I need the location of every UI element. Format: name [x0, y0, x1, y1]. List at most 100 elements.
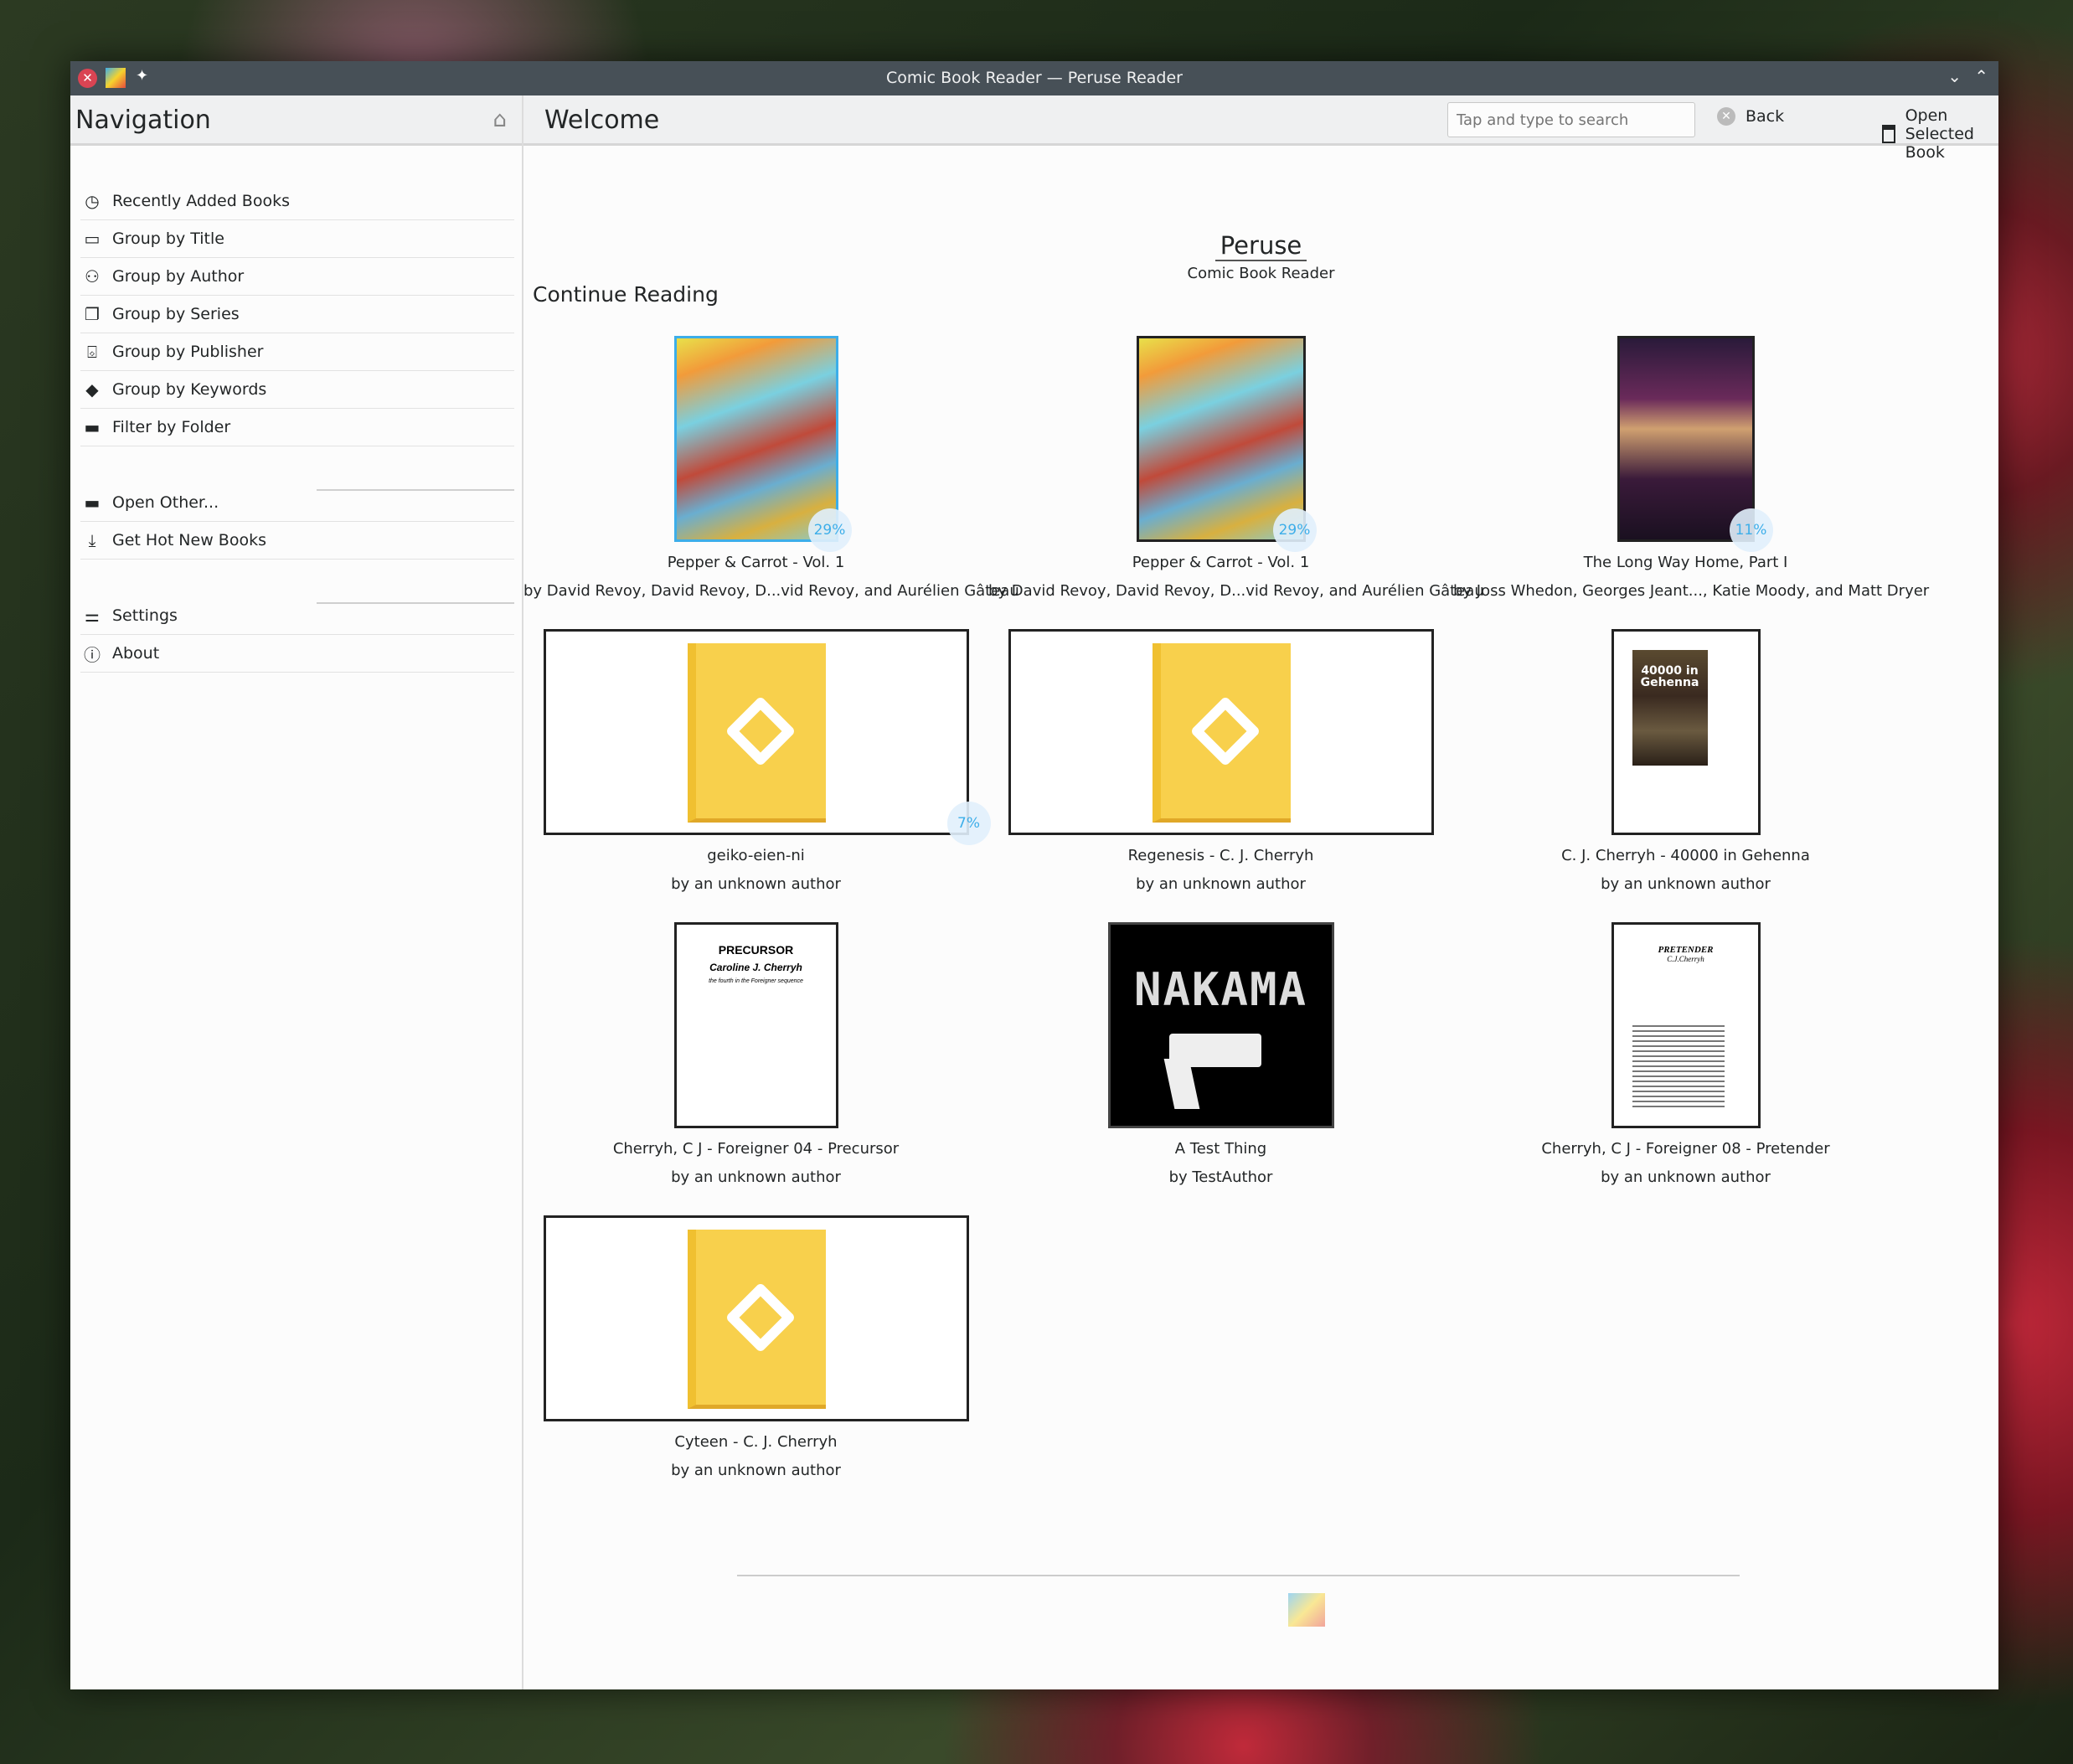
progress-badge: 7% [946, 802, 991, 845]
sidebar-item-get-hot-new-books[interactable]: ⤓ Get Hot New Books [80, 522, 514, 560]
maximize-button[interactable]: ⌃ [1974, 66, 1988, 86]
page-title: Welcome [544, 106, 660, 135]
divider [317, 602, 514, 604]
divider [737, 1575, 1740, 1576]
minimize-button[interactable]: ⌄ [1947, 66, 1962, 86]
book-tile[interactable]: PRETENDER C.J.Cherryh Cherryh, C J - Fore… [1453, 922, 1918, 1186]
brand-subtitle: Comic Book Reader [1187, 265, 1335, 282]
book-title: Pepper & Carrot - Vol. 1 [667, 554, 845, 571]
book-cover[interactable]: 40000 in Gehenna [1611, 629, 1761, 835]
book-tile[interactable]: PRECURSOR Caroline J. Cherryh the fourth i… [523, 922, 988, 1186]
book-author: by Joss Whedon, Georges Jeant..., Katie … [1453, 582, 1930, 600]
book-title: Pepper & Carrot - Vol. 1 [1132, 554, 1310, 571]
brand-name: Peruse [1214, 231, 1307, 261]
user-icon: ⚇ [85, 266, 100, 286]
app-window: ✕ ✦ Comic Book Reader — Peruse Reader ⌄ … [70, 61, 1998, 1689]
book-author: by David Revoy, David Revoy, D...vid Rev… [988, 582, 1484, 600]
section-title: Continue Reading [533, 282, 719, 307]
sidebar-item-recently-added-books[interactable]: ◷ Recently Added Books [80, 183, 514, 220]
book-cover[interactable]: NAKAMA [1107, 922, 1334, 1128]
open-label: Open Selected Book [1905, 106, 1974, 162]
sidebar-item-label: About [112, 644, 160, 663]
book-title: Regenesis - C. J. Cherryh [1127, 847, 1314, 864]
folder-icon [1882, 125, 1895, 143]
book-cover[interactable]: PRETENDER C.J.Cherryh [1611, 922, 1761, 1128]
book-cover[interactable] [1136, 336, 1306, 542]
main-panel: Welcome ✕ Back Open Selected Book Peruse … [523, 95, 1998, 1689]
sidebar-item-label: Filter by Folder [112, 418, 231, 436]
book-author: by an unknown author [1601, 875, 1771, 893]
sidebar-item-label: Group by Title [112, 230, 224, 248]
book-tile[interactable]: 40000 in Gehenna C. J. Cherryh - 40000 i… [1453, 629, 1918, 893]
book-cover[interactable] [673, 336, 838, 542]
info-icon: ⓘ [84, 644, 101, 665]
book-cover[interactable] [1617, 336, 1755, 542]
book-author: by an unknown author [1136, 875, 1306, 893]
book-tile[interactable]: NAKAMA A Test Thing by TestAuthor [988, 922, 1453, 1186]
book-icon [687, 1230, 826, 1409]
sidebar-item-label: Group by Publisher [112, 343, 264, 361]
book-title: Cherryh, C J - Foreigner 04 - Precursor [612, 1140, 900, 1158]
sidebar-header: Navigation ⌂ [70, 95, 522, 146]
book-author: by an unknown author [1601, 1168, 1771, 1186]
title-bar: ✕ ✦ Comic Book Reader — Peruse Reader ⌄ … [70, 61, 1998, 95]
folder-icon: ▬ [84, 493, 101, 513]
book-title: A Test Thing [1174, 1140, 1267, 1158]
sidebar-item-about[interactable]: ⓘ About [80, 635, 514, 673]
open-selected-book-button[interactable]: Open Selected Book [1882, 106, 1998, 162]
download-icon: ⤓ [88, 530, 96, 550]
cover-text: C.J.Cherryh [1667, 955, 1704, 963]
sidebar: Navigation ⌂ ◷ Recently Added Books ▭ Group… [70, 95, 523, 1689]
sidebar-item-group-by-author[interactable]: ⚇ Group by Author [80, 258, 514, 296]
main-header: Welcome ✕ Back Open Selected Book [523, 95, 1998, 162]
book-author: by TestAuthor [1168, 1168, 1273, 1186]
tag-icon: ◆ [85, 379, 99, 400]
sidebar-title: Navigation [75, 106, 211, 135]
series-icon: ❐ [85, 304, 100, 324]
brand: Peruse Comic Book Reader [523, 231, 1998, 282]
book-tile[interactable]: Cyteen - C. J. Cherryh by an unknown aut… [523, 1215, 988, 1479]
cover-text: PRETENDER [1658, 945, 1714, 955]
window-title: Comic Book Reader — Peruse Reader [885, 69, 1183, 87]
back-label: Back [1746, 107, 1785, 126]
book-cover[interactable] [543, 629, 969, 835]
sidebar-item-label: Group by Keywords [112, 380, 267, 399]
back-button[interactable]: ✕ Back [1717, 107, 1784, 126]
book-title: Cherryh, C J - Foreigner 08 - Pretender [1541, 1140, 1830, 1158]
book-author: by an unknown author [671, 1168, 841, 1186]
book-title: The Long Way Home, Part I [1583, 554, 1788, 571]
cover-text: Caroline J. Cherryh [709, 962, 802, 973]
book-tile[interactable]: 29% Pepper & Carrot - Vol. 1 by David Re… [988, 336, 1484, 600]
sidebar-item-label: Group by Author [112, 267, 245, 286]
settings-icon: ⚌ [85, 606, 100, 626]
book-tile[interactable]: Regenesis - C. J. Cherryh by an unknown … [988, 629, 1453, 893]
book-tile[interactable]: 11% The Long Way Home, Part I by Joss Wh… [1453, 336, 1930, 600]
progress-badge: 29% [807, 508, 852, 552]
sidebar-item-group-by-keywords[interactable]: ◆ Group by Keywords [80, 371, 514, 409]
sidebar-item-group-by-title[interactable]: ▭ Group by Title [80, 220, 514, 258]
book-cover[interactable] [1008, 629, 1434, 835]
book-author: by an unknown author [671, 1462, 841, 1479]
book-title: geiko-eien-ni [707, 847, 805, 864]
cover-text: the fourth in the Foreigner sequence [709, 978, 803, 984]
book-title: Cyteen - C. J. Cherryh [674, 1433, 838, 1451]
back-icon: ✕ [1717, 107, 1735, 126]
book-tile[interactable]: 29% Pepper & Carrot - Vol. 1 by David Re… [523, 336, 1019, 600]
book-icon: ▭ [84, 229, 101, 249]
sidebar-item-label: Settings [112, 606, 178, 625]
search-input[interactable] [1447, 102, 1695, 137]
folder-icon: ▬ [84, 417, 101, 437]
book-tile[interactable]: 7% geiko-eien-ni by an unknown author [523, 629, 991, 893]
sidebar-item-group-by-series[interactable]: ❐ Group by Series [80, 296, 514, 333]
home-icon[interactable]: ⌂ [492, 107, 507, 132]
book-cover[interactable] [543, 1215, 969, 1421]
sidebar-item-filter-by-folder[interactable]: ▬ Filter by Folder [80, 409, 514, 446]
book-cover[interactable]: PRECURSOR Caroline J. Cherryh the fourth i… [673, 922, 838, 1128]
divider [317, 489, 514, 491]
book-title: C. J. Cherryh - 40000 in Gehenna [1561, 847, 1810, 864]
bag-icon: ⌺ [87, 342, 97, 362]
sidebar-item-label: Group by Series [112, 305, 240, 323]
cover-text: PRECURSOR [718, 943, 794, 957]
sidebar-item-group-by-publisher[interactable]: ⌺ Group by Publisher [80, 333, 514, 371]
clock-icon: ◷ [85, 191, 100, 211]
